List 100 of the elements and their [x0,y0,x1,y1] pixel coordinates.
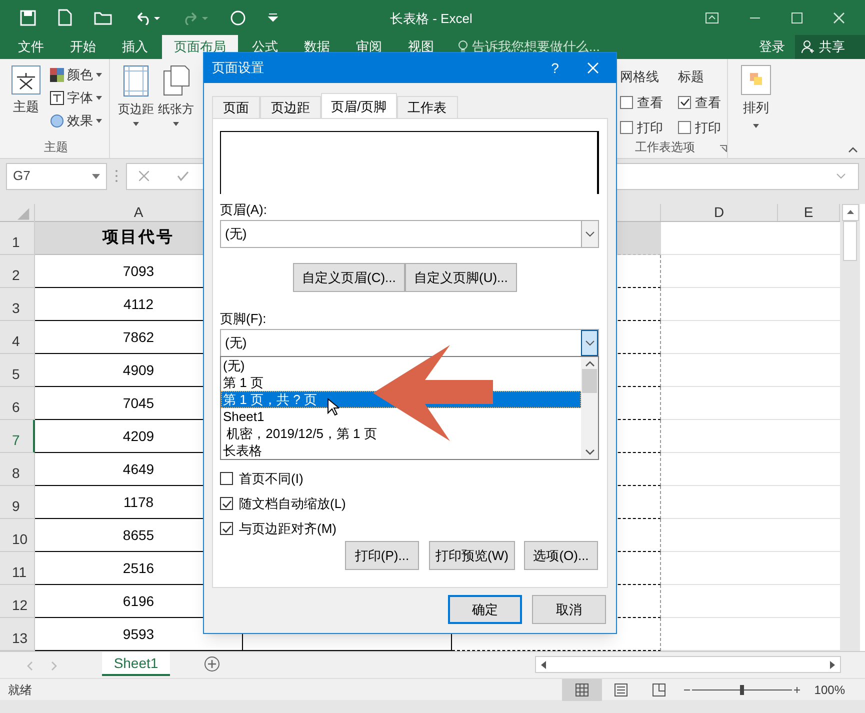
row-header[interactable]: 7 [0,420,35,453]
sheet-option-checkbox[interactable]: 打印 [678,118,721,138]
cancel-button[interactable]: 取消 [532,595,606,624]
collapse-ribbon-icon[interactable] [848,147,858,153]
zoom-slider[interactable] [682,682,802,696]
ribbon-tab[interactable]: 数据 [292,35,342,59]
status-text: 就绪 [8,682,32,698]
scroll-right-icon [829,660,837,670]
folder-icon[interactable] [94,10,112,25]
list-item[interactable]: (无) [221,357,581,374]
slider-thumb[interactable] [740,684,744,694]
normal-view-icon[interactable] [562,678,602,700]
option-checkbox[interactable]: 首页不同(I) [220,469,304,488]
table-cell-text: 6196 [122,592,154,610]
dialog-button[interactable]: 选项(O)... [524,541,598,570]
dialog-button[interactable]: 打印(P)... [345,541,419,570]
dialog-tab[interactable]: 页眉/页脚 [321,93,397,119]
ribbon-tab[interactable]: 文件 [6,35,56,59]
dropdown-caret-icon [173,122,179,126]
table-cell-text: 4909 [122,360,154,380]
arrange-button[interactable]: 排列 [741,65,771,128]
ribbon-tab[interactable]: 视图 [396,35,446,59]
column-heading: 项目代号 [102,228,174,248]
name-box[interactable]: G7 [6,162,107,190]
ribbon-tab[interactable]: 插入 [110,35,160,59]
row-header[interactable]: 3 [0,288,35,321]
page-setup-button[interactable]: 纸张方 [158,65,194,158]
help-button[interactable]: ? [540,58,570,78]
close-icon[interactable] [833,12,845,24]
table-cell-text: 7045 [122,394,154,412]
new-file-icon[interactable] [58,9,72,26]
circle-icon[interactable] [230,10,246,26]
row-header[interactable]: 6 [0,387,35,420]
window-title: 长表格 - Excel [390,10,472,28]
sheet-tab[interactable]: Sheet1 [102,652,170,676]
row-header[interactable]: 9 [0,486,35,519]
redo-icon [182,10,208,24]
table-cell-text: 4649 [122,460,154,478]
row-header[interactable]: 8 [0,453,35,486]
dropdown-caret-icon [96,118,102,123]
table-cell-text: 8655 [122,526,154,544]
row-header[interactable]: 5 [0,354,35,387]
arrange-icon [741,65,771,95]
ribbon-display-icon[interactable] [705,12,719,24]
footer-dropdown[interactable]: (无) [220,329,599,357]
list-item[interactable]: Sheet1 [221,408,581,425]
scroll-thumb-icon [582,369,597,393]
person-icon [801,40,815,54]
sheet-option-checkbox[interactable]: 打印 [620,118,663,138]
row-header[interactable]: 4 [0,321,35,354]
expand-formula-icon [836,173,846,179]
add-sheet-icon[interactable] [204,656,220,672]
column-header[interactable]: D [661,204,778,221]
sign-in-link[interactable]: 登录 [749,35,795,59]
dialog-button[interactable]: 打印预览(W) [429,541,515,570]
sheet-option-checkbox[interactable]: 查看 [678,92,721,112]
colors-icon [50,68,64,82]
ribbon-tab[interactable]: 审阅 [344,35,394,59]
table-cell-text: 1178 [123,492,154,512]
scroll-thumb[interactable] [843,221,857,261]
dropdown-caret-icon [133,122,139,126]
table-cell-text: 7862 [122,328,154,346]
customize-icon[interactable] [268,12,278,22]
row-header[interactable]: 13 [0,618,35,651]
lightbulb-icon [458,40,468,54]
row-header[interactable]: 1 [0,222,35,255]
row-header[interactable]: 10 [0,519,35,552]
theme-option-button[interactable]: 颜色 [50,65,102,84]
share-button[interactable]: 共享 [795,35,865,59]
chevron-down-icon [585,231,595,237]
save-icon[interactable] [20,10,36,26]
row-header[interactable]: 2 [0,255,35,288]
option-checkbox[interactable]: 与页边距对齐(M) [220,519,336,538]
list-item[interactable]: 机密，2019/12/5，第 1 页 [221,425,581,442]
theme-option-button[interactable]: 效果 [50,111,102,130]
theme-option-button[interactable]: 字体 [50,88,102,108]
close-icon [587,62,599,74]
list-item[interactable]: 第 1 页 [221,374,581,391]
sheet-option-checkbox[interactable]: 查看 [620,92,663,112]
row-header[interactable]: 12 [0,585,35,618]
dialog-launcher-icon[interactable] [720,145,727,152]
vertical-scrollbar[interactable] [840,204,860,651]
footer-options-list[interactable]: (无) 第 1 页 第 1 页，共 ? 页 Sheet1 机密，2019/12/5，第 1 页 长表格 [220,356,599,460]
horizontal-scrollbar[interactable] [535,656,841,673]
table-cell-text: 2516 [122,558,154,578]
option-checkbox[interactable]: 随文档自动缩放(L) [220,494,346,514]
group-label: 主题 [44,139,68,156]
custom-button[interactable]: 自定义页脚(U)... [405,263,517,292]
custom-button[interactable]: 自定义页眉(C)... [293,263,405,292]
fonts-icon [50,90,64,105]
page-setup-button[interactable]: 页边距 [118,65,154,158]
header-dropdown[interactable]: (无) [220,220,599,248]
list-item[interactable]: 长表格 [221,442,581,459]
row-header[interactable]: 11 [0,552,35,585]
maximize-icon[interactable] [791,12,803,24]
enter-icon [177,171,189,181]
ribbon-tab[interactable]: 公式 [240,35,290,59]
themes-button[interactable]: 主题 [8,65,44,116]
ribbon-tab[interactable]: 开始 [58,35,108,59]
ok-button[interactable]: 确定 [448,595,522,624]
